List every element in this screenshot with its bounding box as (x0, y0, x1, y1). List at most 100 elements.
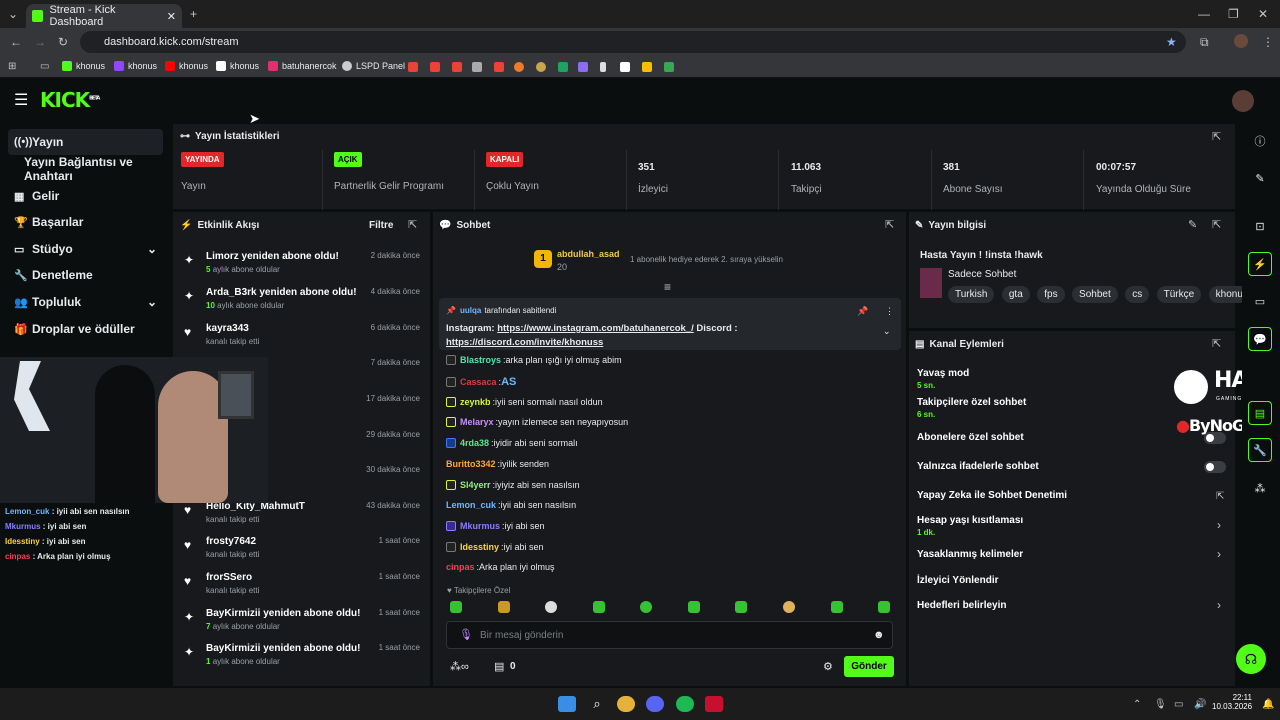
emote-icon[interactable] (831, 601, 843, 613)
microphone-icon[interactable]: 🎙 (459, 628, 473, 641)
bookmark-youtube[interactable]: khonus (165, 61, 208, 71)
folder-icon[interactable]: ▭ (40, 60, 49, 74)
gmail-icon[interactable] (430, 62, 440, 72)
sidebar-item-droplar[interactable]: 🎁 Droplar ve ödüller (8, 316, 163, 342)
notification-icon[interactable]: 🔔 (1262, 698, 1274, 712)
popout-icon[interactable]: ⇱ (1212, 337, 1221, 351)
browser-tab[interactable]: Stream - Kick Dashboard ✕ (26, 4, 182, 28)
send-button[interactable]: Gönder (844, 656, 894, 677)
popout-icon[interactable]: ⇱ (408, 218, 417, 232)
chat-username[interactable]: Cassaca (460, 377, 497, 387)
emote-icon[interactable] (450, 601, 462, 613)
chat-username[interactable]: Blastroys (460, 355, 501, 365)
reload-icon[interactable]: ↻ (58, 35, 68, 49)
chevron-right-icon[interactable]: › (1217, 518, 1221, 532)
menu-dots-icon[interactable]: ⋮ (1262, 35, 1274, 49)
chat-username[interactable]: Sl4yerr (460, 480, 491, 490)
chat-username[interactable]: Buritto3342 (446, 459, 496, 469)
chat-username[interactable]: Lemon_cuk (446, 500, 496, 510)
doc-icon[interactable] (472, 62, 482, 72)
apps-grid-icon[interactable]: ⊞ (8, 60, 16, 74)
chevron-right-icon[interactable]: › (1217, 598, 1221, 612)
action-banned-words[interactable]: Yasaklanmış kelimeler (917, 549, 1023, 560)
bookmark-star-icon[interactable]: ★ (1166, 35, 1177, 49)
sidebar-item-basarilar[interactable]: 🏆 Başarılar (8, 209, 163, 235)
chat-settings-icon[interactable]: ⚙ (823, 660, 833, 673)
discord-icon[interactable] (646, 696, 664, 712)
list-icon[interactable]: ▤ (1248, 401, 1272, 425)
tag[interactable]: Sohbet (1072, 286, 1118, 303)
info-icon[interactable]: ⓘ (1248, 129, 1272, 153)
sheets-icon[interactable] (558, 62, 568, 72)
chat-username[interactable]: Mkurmus (460, 521, 500, 531)
tray-chevron-icon[interactable]: ⌃ (1133, 698, 1141, 712)
chat-username[interactable]: Idesstiny (460, 542, 499, 552)
instagram-link[interactable]: https://www.instagram.com/batuhanercok_/ (497, 323, 694, 334)
chevron-down-icon[interactable]: ⌄ (147, 295, 157, 309)
bookmark-lspd[interactable]: LSPD Panel (342, 61, 405, 71)
action-account-age[interactable]: Hesap yaşı kısıtlaması 1 dk. (917, 515, 1023, 537)
close-window-icon[interactable]: ✕ (1258, 7, 1268, 21)
popout-icon[interactable]: ⇱ (1212, 130, 1221, 144)
sidebar-item-yayin[interactable]: ((•)) Yayın (8, 129, 163, 155)
emote-icon[interactable] (498, 601, 510, 613)
clock[interactable]: 22:11 10.03.2026 (1212, 693, 1252, 711)
url-field[interactable]: dashboard.kick.com/stream (80, 31, 1186, 53)
emote-icon[interactable] (688, 601, 700, 613)
sidebar-item-stream-key[interactable]: Yayın Bağlantısı ve Anahtarı (18, 155, 173, 183)
chevron-right-icon[interactable]: › (1217, 547, 1221, 561)
sidebar-item-denetleme[interactable]: 🔧 Denetleme (8, 262, 163, 288)
bookmark-x[interactable]: khonus (216, 61, 259, 71)
spotify-icon[interactable] (676, 696, 694, 712)
action-followers-only[interactable]: Takipçilere özel sohbet 6 sn. (917, 397, 1026, 419)
close-tab-icon[interactable]: ✕ (167, 10, 176, 23)
gmail-icon[interactable] (452, 62, 462, 72)
emote-icon[interactable] (878, 601, 890, 613)
emote-icon[interactable] (735, 601, 747, 613)
bookmark-icon[interactable] (536, 62, 546, 72)
tab-list-icon[interactable]: ⌄ (8, 7, 18, 21)
headset-support-icon[interactable]: ☊ (1236, 644, 1266, 674)
bookmark-icon[interactable] (600, 62, 606, 72)
new-tab-icon[interactable]: + (190, 7, 197, 21)
category-thumbnail[interactable] (920, 268, 942, 298)
chat-username[interactable]: Melaryx (460, 417, 494, 427)
chat-input-box[interactable]: 🎙 Bir mesaj gönderin ☻ (446, 621, 893, 649)
channel-points-icon[interactable]: ⁂∞ (450, 660, 469, 673)
chrome-icon[interactable] (617, 696, 635, 712)
windows-start-icon[interactable] (558, 696, 576, 712)
drive-icon[interactable] (642, 62, 652, 72)
popout-icon[interactable]: ⇱ (885, 218, 894, 232)
extensions-icon[interactable]: ⧉ (1200, 35, 1209, 49)
app-icon[interactable] (705, 696, 723, 712)
emotes-only-toggle[interactable] (1204, 461, 1226, 473)
kick-logo[interactable]: KICKBETA (40, 88, 100, 112)
tag[interactable]: cs (1125, 286, 1150, 303)
lightning-icon[interactable]: ⚡ (1248, 252, 1272, 276)
sidebar-item-topluluk[interactable]: 👥 Topluluk ⌄ (8, 289, 163, 315)
gift-leader-name[interactable]: abdullah_asad (557, 249, 620, 259)
discord-link[interactable]: https://discord.com/invite/khonuss (446, 337, 603, 348)
sidebar-item-studyo[interactable]: ▭ Stüdyo ⌄ (8, 236, 163, 262)
tag[interactable]: gta (1001, 286, 1030, 303)
wrench-icon[interactable]: 🔧 (1248, 438, 1272, 462)
emote-icon[interactable] (545, 601, 557, 613)
tag[interactable]: fps (1037, 286, 1065, 303)
action-raid[interactable]: İzleyici Yönlendir (917, 575, 999, 586)
bookmark-icon[interactable] (578, 62, 588, 72)
maximize-icon[interactable]: ❐ (1228, 7, 1239, 21)
document-icon[interactable]: ▭ (1248, 289, 1272, 313)
bookmark-instagram[interactable]: batuhanercok (268, 61, 337, 71)
bookmark-kick[interactable]: khonus (62, 61, 105, 71)
hamburger-menu-icon[interactable]: ☰ (14, 93, 28, 109)
edit-icon[interactable]: ✎ (1188, 218, 1197, 232)
emote-icon[interactable] (593, 601, 605, 613)
bookmark-twitch[interactable]: khonus (114, 61, 157, 71)
channel-points-icon[interactable]: ⁂ (1248, 476, 1272, 500)
tag[interactable]: Türkçe (1156, 286, 1202, 303)
bookmark-icon[interactable] (494, 62, 504, 72)
action-ai-moderation[interactable]: Yapay Zeka ile Sohbet Denetimi (917, 490, 1067, 501)
network-icon[interactable]: ▭ (1174, 698, 1183, 712)
chevron-down-icon[interactable]: ⌄ (883, 326, 891, 337)
pencil-icon[interactable]: ✎ (1248, 166, 1272, 190)
